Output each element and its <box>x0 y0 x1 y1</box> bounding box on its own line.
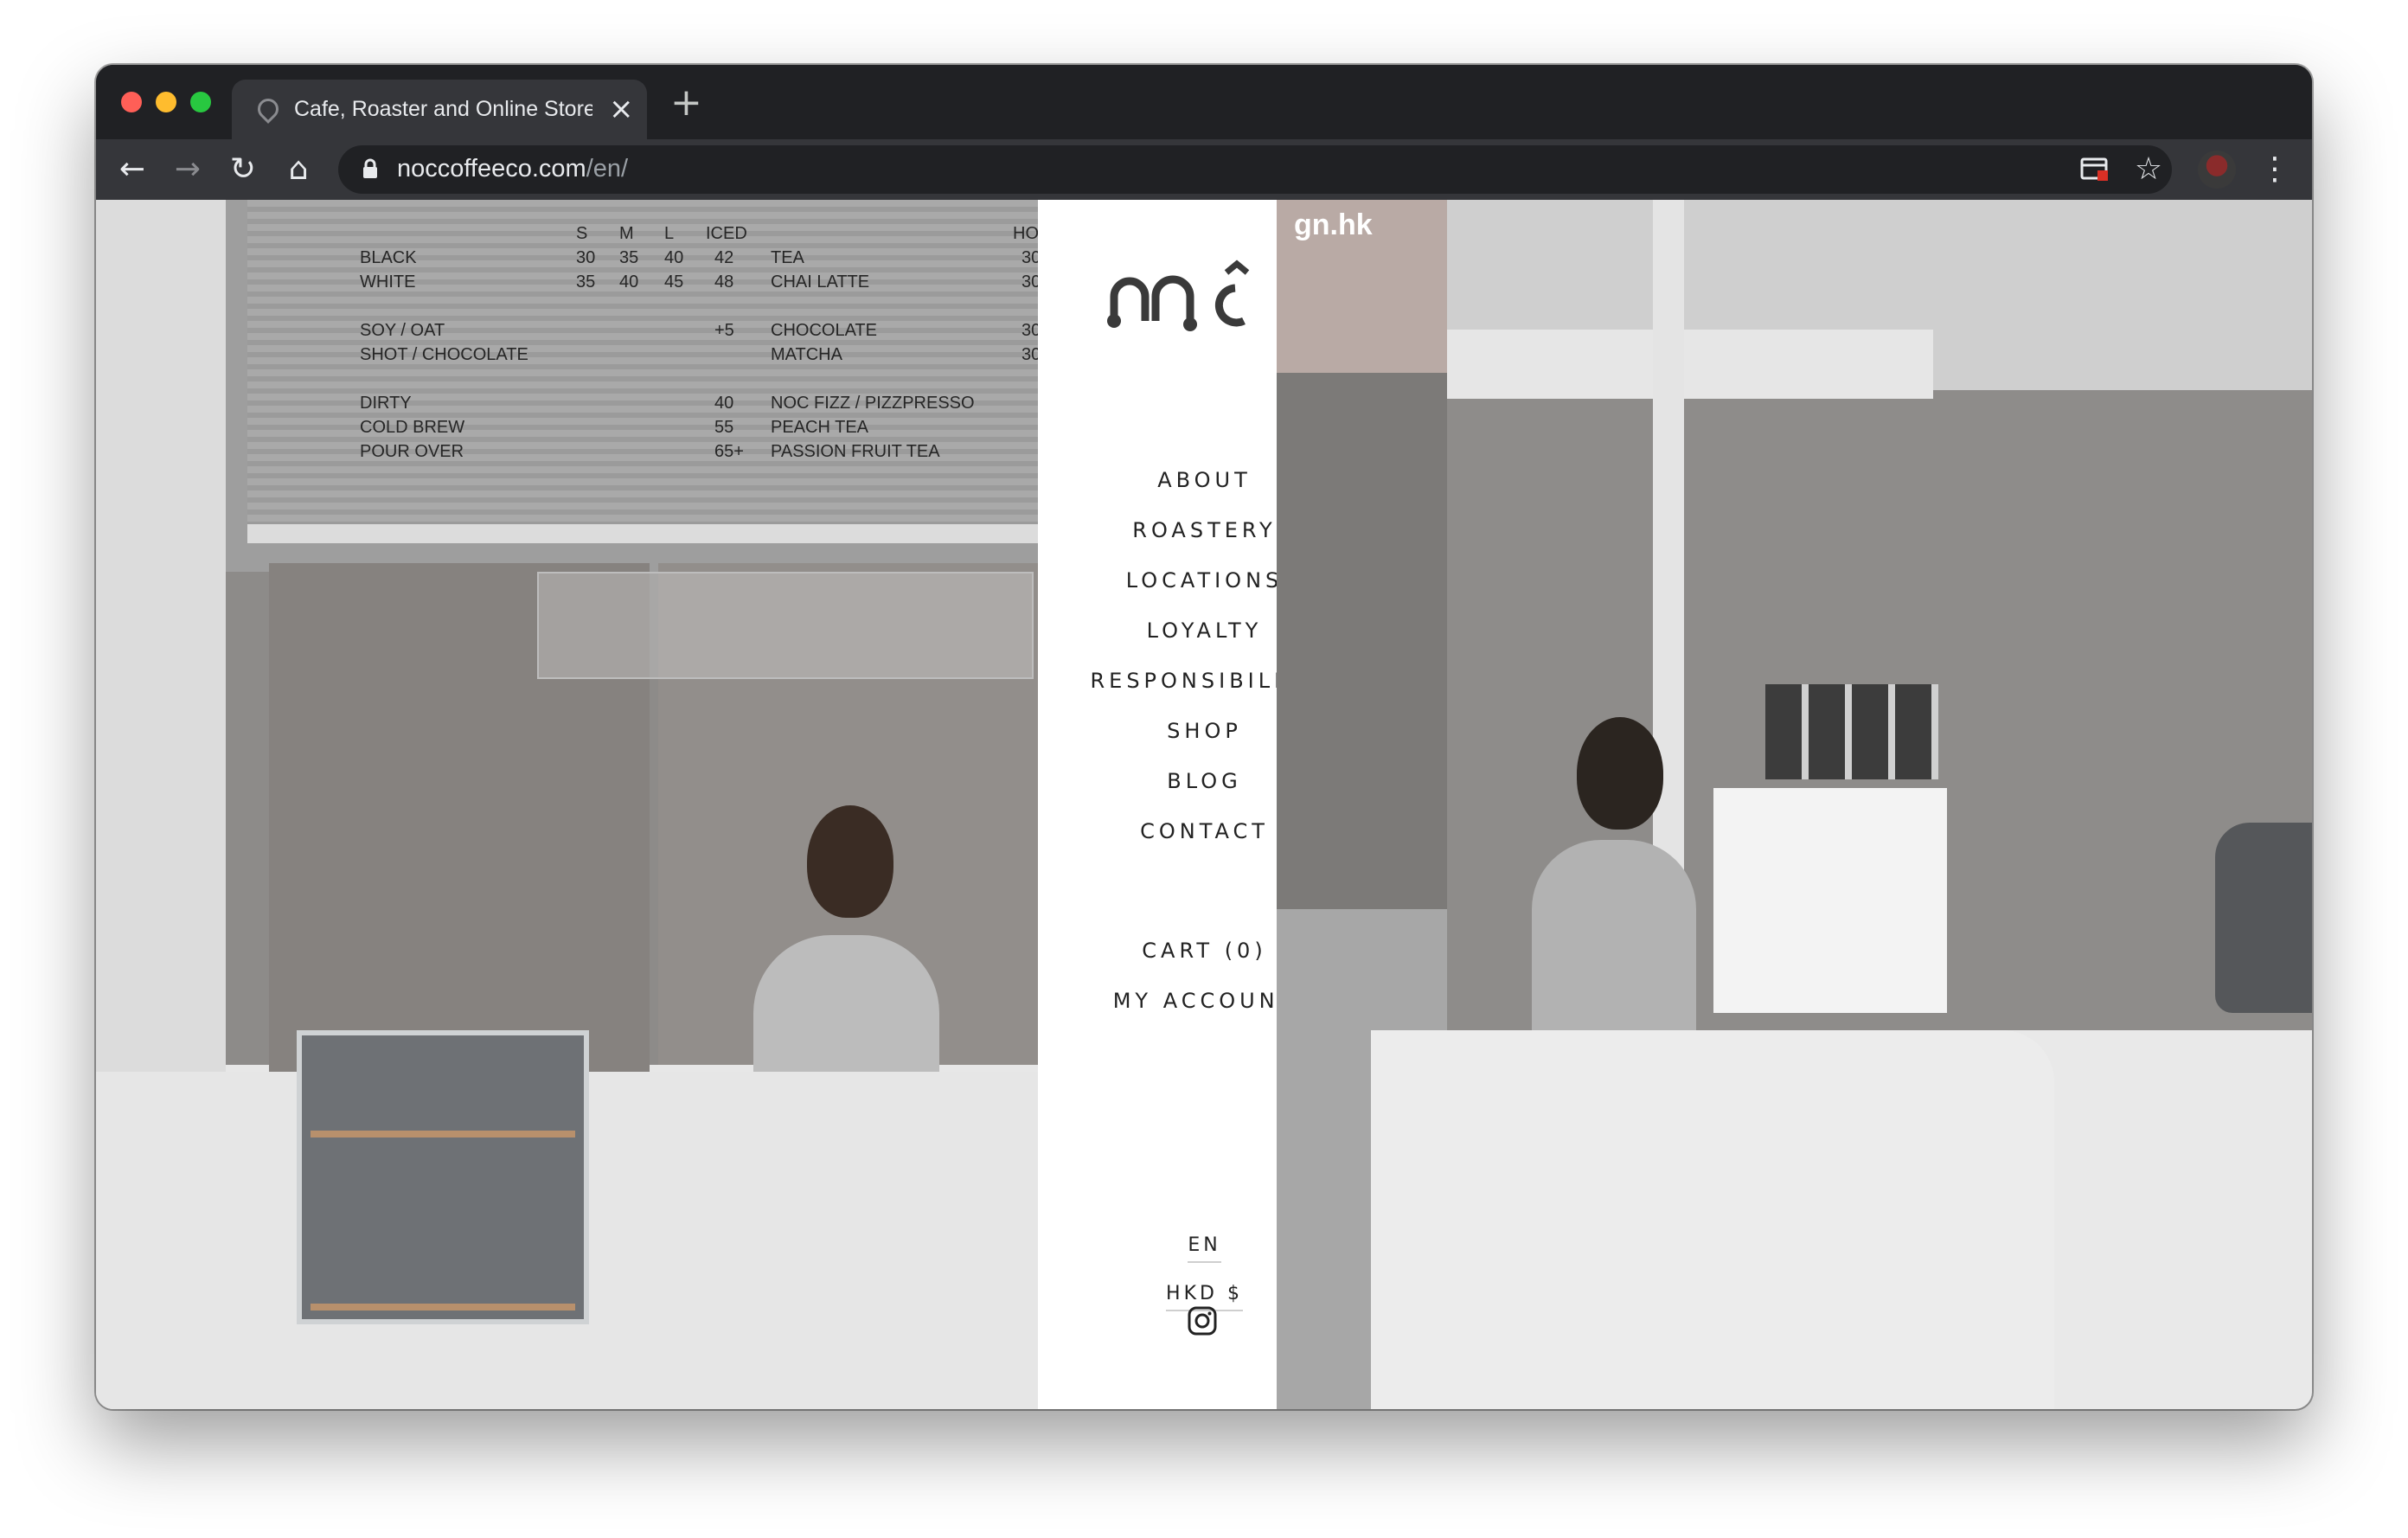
browser-tab[interactable]: Cafe, Roaster and Online Store × <box>232 80 647 140</box>
new-tab-icon[interactable]: + <box>670 84 702 122</box>
url-text: noccoffeeco.com/en/ <box>397 155 628 183</box>
instagram-icon[interactable] <box>1187 1305 1218 1336</box>
cup-stacks <box>1765 684 1938 779</box>
minimize-window-button[interactable] <box>156 92 176 112</box>
profile-avatar[interactable] <box>2198 151 2236 189</box>
address-bar[interactable]: noccoffeeco.com/en/ <box>338 145 2172 194</box>
reload-icon[interactable]: ↻ <box>221 148 265 191</box>
webpage: S M L ICED BLACK 30 35 40 42 WHITE 35 40… <box>96 200 2312 1409</box>
ceiling-beam <box>1371 330 1933 399</box>
barista-head <box>807 805 893 918</box>
maximize-window-button[interactable] <box>190 92 211 112</box>
location-pin-icon <box>253 94 283 124</box>
menu-icon[interactable]: ⋮ <box>2253 148 2296 191</box>
extension-icon[interactable] <box>2080 157 2110 183</box>
close-tab-icon[interactable]: × <box>609 92 634 126</box>
menu-board: S M L ICED BLACK 30 35 40 42 WHITE 35 40… <box>247 200 1049 543</box>
browser-toolbar: ← → ↻ ⌂ noccoffeeco.com/en/ ☆ ⋮ <box>96 139 2312 200</box>
espresso-machine <box>1713 788 1947 1013</box>
glass-shelf <box>537 572 1034 679</box>
url-path: /en/ <box>586 155 629 183</box>
forward-icon[interactable]: → <box>166 148 209 191</box>
counter <box>1371 1030 2054 1409</box>
hero-photo-left: S M L ICED BLACK 30 35 40 42 WHITE 35 40… <box>96 200 1049 1409</box>
lock-icon <box>363 158 377 178</box>
back-icon[interactable]: ← <box>111 148 154 191</box>
parked-car <box>2215 823 2312 1013</box>
tab-title: Cafe, Roaster and Online Store <box>294 97 592 121</box>
home-icon[interactable]: ⌂ <box>277 148 320 191</box>
browser-window: Cafe, Roaster and Online Store × + ← → ↻… <box>96 65 2312 1409</box>
barista-right <box>1532 840 1696 1039</box>
language-label: EN <box>1188 1234 1221 1263</box>
url-domain: noccoffeeco.com <box>397 155 586 183</box>
barista-head <box>1577 717 1663 830</box>
tab-strip: Cafe, Roaster and Online Store × + <box>96 65 2312 140</box>
star-icon[interactable]: ☆ <box>2127 148 2170 191</box>
display-cabinet <box>297 1030 589 1324</box>
close-window-button[interactable] <box>121 92 142 112</box>
street-sign: gn.hk <box>1294 208 1373 241</box>
